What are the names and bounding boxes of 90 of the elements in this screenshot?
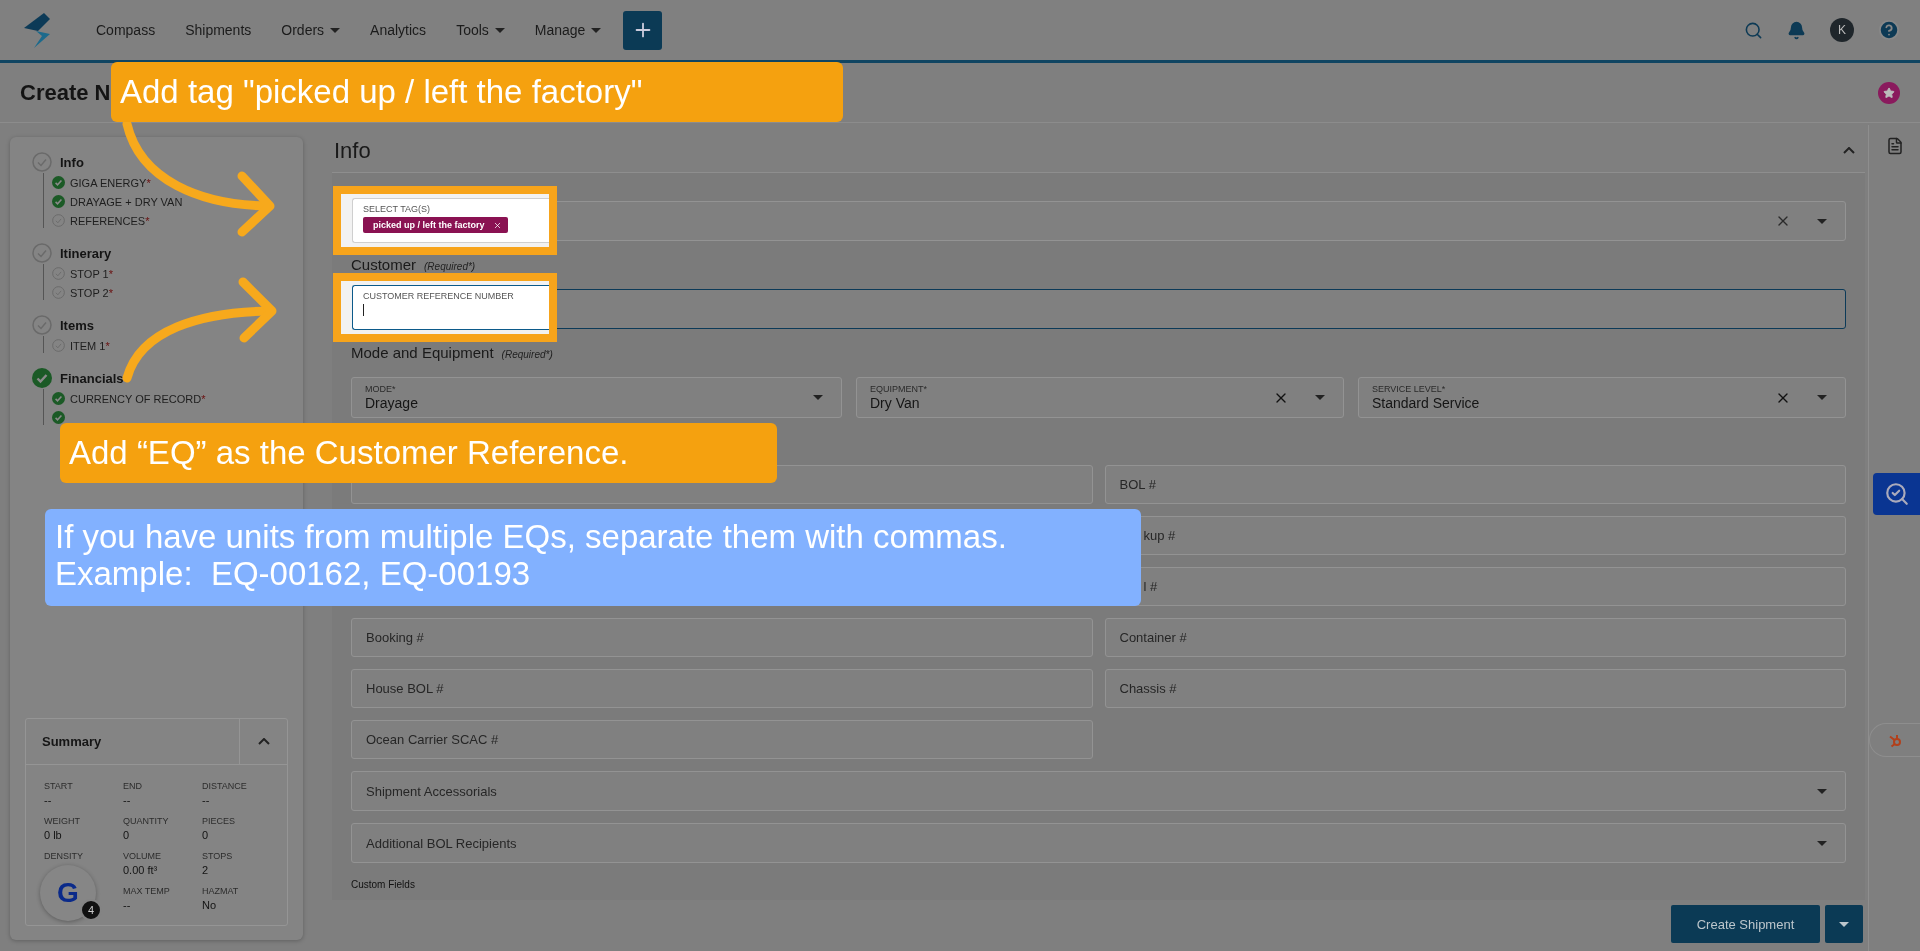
- caret-icon: [330, 27, 341, 33]
- custom-fields-label: Custom Fields: [351, 879, 416, 890]
- text-field[interactable]: House BOL #: [351, 669, 1093, 708]
- required-note: (Required*): [501, 349, 553, 360]
- nav-item[interactable]: Compass: [96, 22, 156, 38]
- chevron-up-icon: [1843, 147, 1855, 154]
- summary-value: --: [202, 794, 211, 806]
- summary-value: No: [202, 899, 218, 911]
- caret-icon: [591, 27, 602, 33]
- summary-value: 0.00 ft³: [123, 864, 159, 876]
- section-heading: Mode and Equipment: [351, 344, 494, 361]
- summary-value: --: [123, 794, 132, 806]
- step-title[interactable]: Itinerary: [60, 245, 112, 261]
- dropdown-field[interactable]: Additional BOL Recipients: [351, 823, 1846, 863]
- caret-icon: [1817, 840, 1827, 846]
- step-title[interactable]: Financials: [60, 370, 124, 386]
- text-field[interactable]: Ocean Carrier SCAC #: [351, 720, 1093, 759]
- create-shipment-button[interactable]: Create Shipment: [1671, 905, 1820, 943]
- caret-icon: [1817, 788, 1827, 794]
- required-note: (Required*): [424, 261, 476, 272]
- step-item[interactable]: ITEM 1*: [70, 339, 110, 352]
- chevron-up-icon: [257, 738, 270, 745]
- text-field[interactable]: Booking #: [351, 618, 1093, 657]
- summary-label: END: [123, 781, 143, 791]
- summary-label: QUANTITY: [123, 816, 170, 826]
- summary-title: Summary: [42, 734, 102, 749]
- collapse-button[interactable]: [1843, 147, 1855, 154]
- step-item[interactable]: STOP 1*: [70, 267, 113, 280]
- text-cursor: [363, 304, 364, 316]
- caret-icon: [1315, 395, 1325, 400]
- summary-label: MAX TEMP: [123, 886, 171, 896]
- caret-icon: [813, 395, 823, 400]
- summary-value: 0: [123, 829, 131, 841]
- instruction-tooltip: Add “EQ” as the Customer Reference.: [60, 423, 777, 483]
- tag-chip[interactable]: picked up / left the factory: [363, 217, 508, 233]
- nav-item[interactable]: Analytics: [370, 22, 427, 38]
- step-item[interactable]: DRAYAGE + DRY VAN: [70, 195, 183, 208]
- select-field[interactable]: EQUIPMENT* Dry Van: [856, 377, 1344, 418]
- summary-label: PIECES: [202, 816, 236, 826]
- nav-item[interactable]: Manage: [534, 22, 602, 38]
- nav-item[interactable]: Orders: [281, 22, 341, 38]
- caret-icon: [1817, 395, 1827, 400]
- summary-value: --: [44, 794, 53, 806]
- step-title[interactable]: Info: [60, 154, 84, 170]
- select-field[interactable]: SERVICE LEVEL* Standard Service: [1358, 377, 1846, 418]
- notification-badge: 4: [80, 899, 102, 921]
- section-title: Info: [334, 137, 371, 164]
- summary-label: START: [44, 781, 74, 791]
- text-field[interactable]: BOL #: [1104, 465, 1846, 504]
- bell-icon[interactable]: [1787, 20, 1806, 40]
- text-field[interactable]: Chassis #: [1104, 669, 1846, 708]
- caret-icon: [1817, 218, 1827, 224]
- step-item[interactable]: GIGA ENERGY*: [70, 176, 151, 189]
- more-options-button[interactable]: [1825, 905, 1863, 943]
- step-item[interactable]: REFERENCES*: [70, 214, 150, 227]
- field-label: SELECT TAG(S): [363, 204, 432, 214]
- nav-item[interactable]: Tools: [456, 22, 505, 38]
- page-title: Create N: [20, 79, 111, 106]
- help-icon[interactable]: [1878, 19, 1900, 41]
- document-icon[interactable]: [1885, 137, 1904, 155]
- search-icon[interactable]: [1744, 20, 1763, 40]
- user-avatar[interactable]: K: [1830, 18, 1854, 42]
- summary-label: STOPS: [202, 851, 234, 861]
- summary-label: VOLUME: [123, 851, 162, 861]
- search-icon: [1884, 481, 1910, 507]
- step-item[interactable]: STOP 2*: [70, 286, 113, 299]
- field-label: CUSTOMER REFERENCE NUMBER: [363, 291, 515, 301]
- nav-item[interactable]: Shipments: [185, 22, 252, 38]
- hub-icon: [1887, 732, 1904, 748]
- summary-label: HAZMAT: [202, 886, 240, 896]
- instruction-tooltip: If you have units from multiple EQs, separate them with commas. Example: EQ-00162, EQ-00193: [45, 509, 1141, 606]
- caret-icon: [494, 27, 505, 33]
- summary-label: WEIGHT: [44, 816, 81, 826]
- caret-icon: [1839, 921, 1849, 927]
- step-item[interactable]: CURRENCY OF RECORD*: [70, 392, 206, 405]
- close-icon[interactable]: [492, 220, 502, 230]
- dropdown-field[interactable]: Shipment Accessorials: [351, 771, 1846, 811]
- summary-label: DISTANCE: [202, 781, 248, 791]
- summary-value: --: [123, 899, 132, 911]
- summary-value: 0: [202, 829, 210, 841]
- select-field[interactable]: MODE* Drayage: [351, 377, 842, 418]
- add-button[interactable]: [623, 10, 663, 50]
- step-title[interactable]: Items: [60, 317, 94, 333]
- text-field[interactable]: Container #: [1104, 618, 1846, 657]
- instruction-tooltip: Add tag "picked up / left the factory": [111, 62, 843, 122]
- section-heading: Customer: [351, 256, 417, 273]
- summary-label: DENSITY: [44, 851, 84, 861]
- summary-value: 0 lb: [44, 829, 63, 841]
- search-person-button[interactable]: [1873, 473, 1920, 515]
- summary-value: 2: [202, 864, 210, 876]
